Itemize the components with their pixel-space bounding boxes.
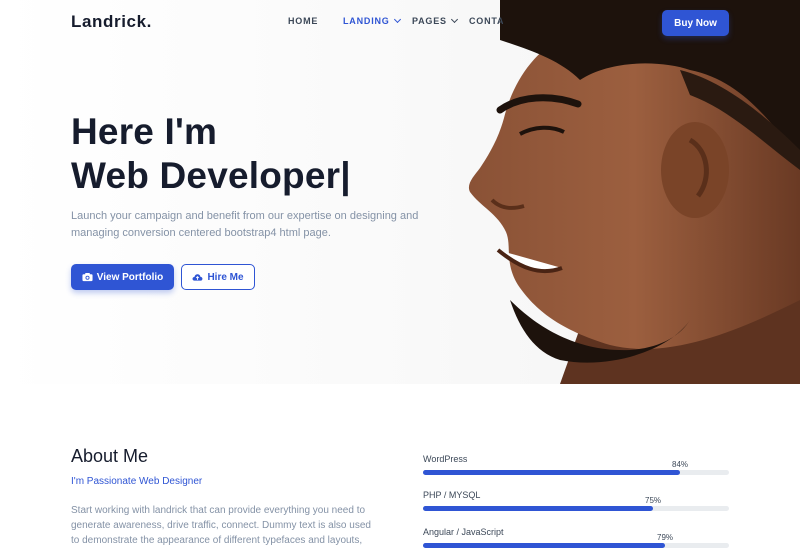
hero-description: Launch your campaign and benefit from ou… <box>71 210 419 239</box>
navbar: Landrick. HOME LANDING PAGES CONTACT Buy… <box>0 0 800 44</box>
hero-title-line1: Here I'm <box>71 111 218 152</box>
skill-item-php-mysql: PHP / MYSQL 75% <box>423 490 729 511</box>
skill-item-angular-javascript: Angular / JavaScript 79% <box>423 527 729 548</box>
skill-percent: 84% <box>672 460 689 469</box>
skill-progress-track <box>423 543 729 548</box>
view-portfolio-button[interactable]: View Portfolio <box>71 264 174 290</box>
about-subtitle: I'm Passionate Web Designer <box>71 476 203 487</box>
skill-progress-fill <box>423 470 681 475</box>
skill-name: PHP / MYSQL <box>423 490 481 500</box>
skill-item-wordpress: WordPress 84% <box>423 454 729 475</box>
hire-me-label: Hire Me <box>207 271 244 283</box>
nav-item-label: LANDING <box>343 16 390 26</box>
hero-portrait-image <box>468 0 800 384</box>
cloud-upload-icon <box>192 274 203 281</box>
chevron-down-icon <box>450 15 458 24</box>
nav-item-home[interactable]: HOME <box>288 16 318 26</box>
skill-percent: 75% <box>645 496 662 505</box>
hire-me-button[interactable]: Hire Me <box>181 264 255 290</box>
camera-icon <box>82 272 93 282</box>
skill-name: Angular / JavaScript <box>423 527 504 537</box>
skill-percent: 79% <box>657 533 674 542</box>
hero-title-line2: Web Developer| <box>71 155 351 196</box>
view-portfolio-label: View Portfolio <box>96 271 164 283</box>
skill-progress-track <box>423 470 729 475</box>
nav-item-contact[interactable]: CONTACT <box>469 16 503 26</box>
nav-item-label: HOME <box>288 16 319 26</box>
buy-now-button[interactable]: Buy Now <box>662 10 729 36</box>
skill-progress-track <box>423 506 729 511</box>
nav-item-pages[interactable]: PAGES <box>412 15 458 26</box>
skill-progress-fill <box>423 506 653 511</box>
chevron-down-icon <box>393 15 401 24</box>
brand-logo[interactable]: Landrick. <box>71 12 152 32</box>
nav-item-landing[interactable]: LANDING <box>343 15 401 26</box>
skill-progress-fill <box>423 543 665 548</box>
nav-item-label: PAGES <box>412 16 447 26</box>
about-text: Start working with landrick that can pro… <box>71 505 371 546</box>
hero-title: Here I'm Web Developer| <box>71 110 351 198</box>
about-title: About Me <box>71 446 149 466</box>
nav-item-label: CONTACT <box>469 16 503 26</box>
